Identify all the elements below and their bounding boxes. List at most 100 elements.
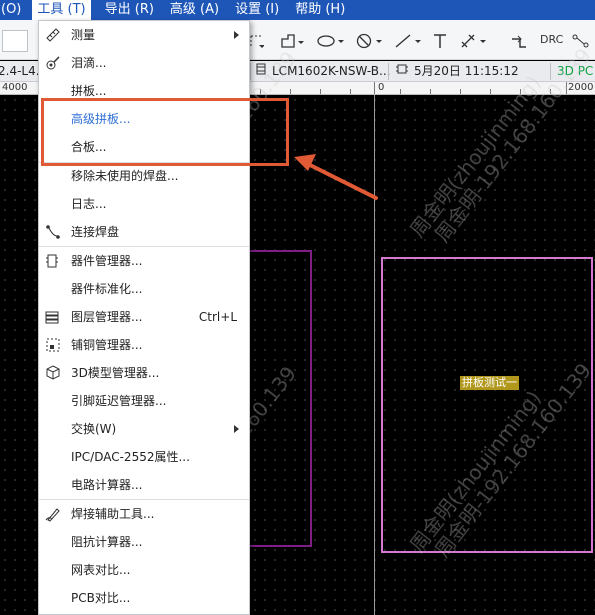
menu-item-component-standardize[interactable]: 器件标准化... — [39, 275, 249, 303]
menu-item-ipc-dac-2552[interactable]: IPC/DAC-2552属性... — [39, 443, 249, 471]
tab-3d-view[interactable]: 3D PC — [557, 61, 593, 82]
board-outline-right[interactable] — [381, 257, 593, 553]
component-manager-icon — [45, 253, 61, 269]
ruler-label-left: 4000 — [2, 82, 28, 93]
menu-item-advanced-panelize[interactable]: 高级拼板... — [39, 105, 249, 133]
origin-axis-line — [374, 95, 375, 615]
menu-item-layer-manager[interactable]: 图层管理器... Ctrl+L — [39, 303, 249, 331]
ruler-tick — [374, 82, 375, 94]
chip-icon — [256, 61, 266, 82]
text-icon[interactable] — [432, 29, 448, 53]
connect-icon[interactable] — [572, 29, 592, 53]
menu-item-impedance-calculator[interactable]: 阻抗计算器... — [39, 528, 249, 556]
polygon-icon[interactable] — [280, 29, 306, 53]
menu-export[interactable]: 导出 (R) — [97, 0, 162, 20]
ruler-tick — [550, 89, 551, 94]
ruler-tick — [320, 89, 321, 94]
ruler-tick — [350, 89, 351, 94]
solder-tool-icon — [45, 506, 61, 522]
tab-footprint[interactable]: 5月20日 11:15:12 — [396, 61, 519, 82]
menu-item-label: 高级拼板... — [71, 112, 131, 126]
line-icon[interactable] — [394, 29, 424, 53]
menu-item-label: 引脚延迟管理器... — [71, 394, 167, 408]
submenu-arrow-icon — [234, 425, 239, 433]
menu-item-swap[interactable]: 交换(W) — [39, 415, 249, 443]
menu-item-label: 铺铜管理器... — [71, 338, 143, 352]
menu-item-combine-boards[interactable]: 合板... — [39, 133, 249, 161]
menu-item-label: 拼板... — [71, 84, 107, 98]
menu-item-label: 连接焊盘 — [71, 225, 120, 239]
menu-item-copper-pour-manager[interactable]: 铺铜管理器... — [39, 331, 249, 359]
menu-item-label: 器件管理器... — [71, 254, 143, 268]
ruler-tick — [430, 89, 431, 94]
menu-item-netlist-compare[interactable]: 网表对比... — [39, 556, 249, 584]
menu-item-circuit-calculator[interactable]: 电路计算器... — [39, 471, 249, 499]
drc-button[interactable]: DRC — [540, 33, 563, 46]
menu-advanced[interactable]: 高级 (A) — [162, 0, 227, 20]
menu-help[interactable]: 帮助 (H) — [287, 0, 353, 20]
menu-item-log[interactable]: 日志... — [39, 190, 249, 218]
ruler-tick — [566, 82, 567, 94]
menu-item-label: 交换(W) — [71, 422, 117, 436]
tab-component-label: LCM1602K-NSW-B... — [272, 64, 391, 78]
ellipse-icon[interactable] — [316, 29, 346, 53]
menu-item-remove-unused-pads[interactable]: 移除未使用的焊盘... — [39, 162, 249, 190]
menu-item-label: 焊接辅助工具... — [71, 507, 155, 521]
tab-separator — [250, 63, 251, 80]
board-outline-left[interactable] — [248, 250, 312, 547]
tab-separator — [388, 63, 389, 80]
menu-item-label: 图层管理器... — [71, 310, 143, 324]
menu-item-panelize[interactable]: 拼板... — [39, 77, 249, 105]
ruler-tick — [400, 89, 401, 94]
menu-item-label: 合板... — [71, 140, 107, 154]
ruler-label-zero: 0 — [378, 82, 385, 93]
board-label[interactable]: 拼板测试一 — [460, 376, 519, 390]
menu-item-label: 网表对比... — [71, 563, 131, 577]
menu-item-solder-assist[interactable]: 焊接辅助工具... — [39, 500, 249, 528]
cube-icon — [45, 365, 61, 381]
tab-footprint-label: 5月20日 11:15:12 — [414, 64, 519, 78]
menu-item-label: 测量 — [71, 28, 96, 42]
ruler-tick — [520, 89, 521, 94]
route-icon[interactable] — [510, 29, 528, 53]
tools-menu: 测量 泪滴... 拼板... 高级拼板... 合板... 移除未使用的焊盘...… — [38, 20, 250, 615]
pcb-editor-window: (O) 工具 (T) 导出 (R) 高级 (A) 设置 (I) 帮助 (H) D… — [0, 0, 595, 615]
menubar: (O) 工具 (T) 导出 (R) 高级 (A) 设置 (I) 帮助 (H) — [0, 0, 595, 20]
ruler-icon — [45, 27, 61, 43]
menu-item-pcb-compare[interactable]: PCB对比... — [39, 584, 249, 612]
toolbar-dropdown[interactable] — [2, 30, 28, 52]
layer-manager-icon — [45, 309, 61, 325]
ruler-tick — [460, 89, 461, 94]
menu-item-pin-delay-manager[interactable]: 引脚延迟管理器... — [39, 387, 249, 415]
tab-component[interactable]: LCM1602K-NSW-B... — [256, 61, 390, 82]
ruler-tick — [490, 89, 491, 94]
menu-item-label: IPC/DAC-2552属性... — [71, 450, 190, 464]
shortcut-label: Ctrl+L — [198, 310, 237, 324]
ruler-tick — [260, 89, 261, 94]
ruler-tick — [290, 89, 291, 94]
ruler-label-right: 2000 — [568, 82, 594, 93]
menu-tools[interactable]: 工具 (T) — [32, 0, 91, 20]
menu-item-measure[interactable]: 测量 — [39, 21, 249, 49]
select-box-icon[interactable] — [250, 29, 264, 53]
menu-item-label: 电路计算器... — [71, 478, 143, 492]
menu-item-label: 泪滴... — [71, 56, 107, 70]
teardrop-icon — [45, 55, 61, 71]
watermark: 周金明(zhoujinming) — [405, 71, 546, 242]
menu-item-label: 阻抗计算器... — [71, 535, 143, 549]
menu-item-label: 移除未使用的焊盘... — [71, 169, 179, 183]
dimension-icon[interactable] — [460, 29, 490, 53]
menu-item-label: 3D模型管理器... — [71, 366, 160, 380]
menu-item-teardrop[interactable]: 泪滴... — [39, 49, 249, 77]
menu-item-connect-pads[interactable]: 连接焊盘 — [39, 218, 249, 246]
copper-pour-icon — [45, 337, 61, 353]
footprint-icon — [396, 61, 408, 82]
connect-pads-icon — [45, 224, 61, 240]
menu-settings[interactable]: 设置 (I) — [227, 0, 287, 20]
menu-item-component-manager[interactable]: 器件管理器... — [39, 247, 249, 275]
tab-separator — [550, 63, 551, 80]
menu-o[interactable]: (O) — [0, 0, 29, 20]
menu-item-label: 日志... — [71, 197, 107, 211]
no-fill-icon[interactable] — [355, 29, 385, 53]
menu-item-3d-model-manager[interactable]: 3D模型管理器... — [39, 359, 249, 387]
